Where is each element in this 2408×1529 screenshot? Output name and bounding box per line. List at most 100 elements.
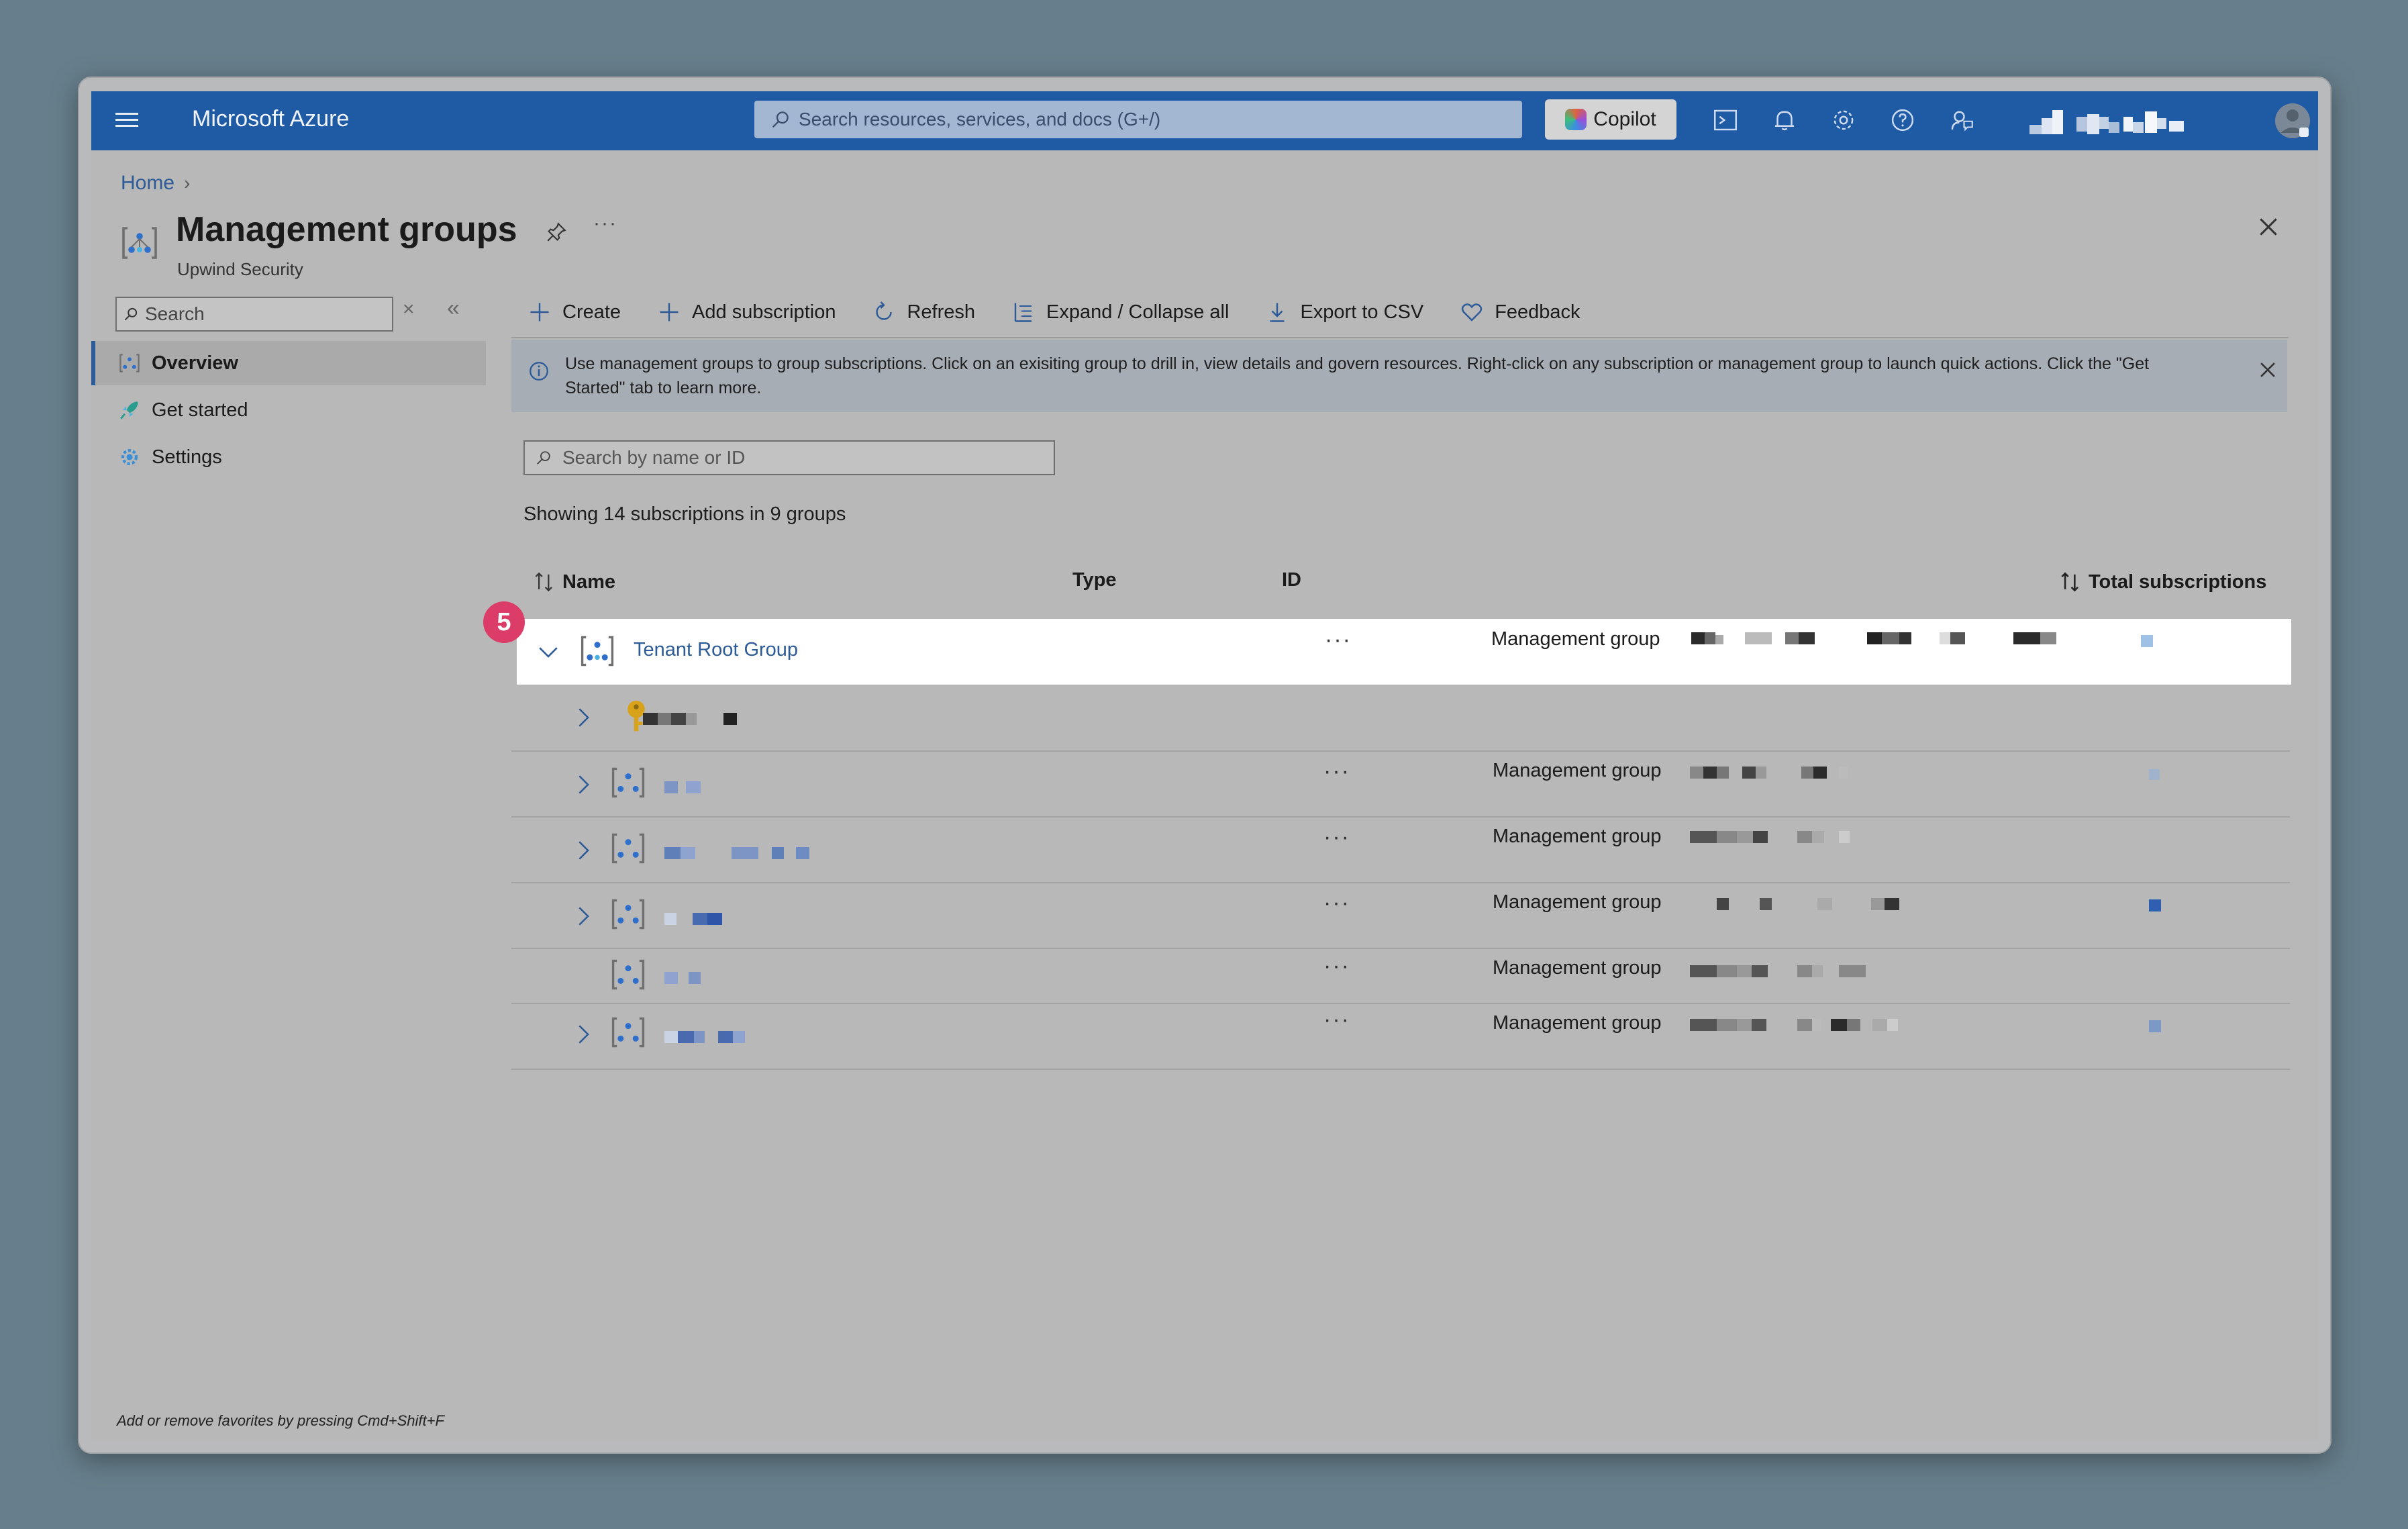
- chevron-down-icon[interactable]: [537, 640, 560, 663]
- chevron-right-icon[interactable]: [572, 1023, 595, 1046]
- row-name-link[interactable]: Tenant Root Group: [634, 639, 798, 661]
- redacted-name: [664, 913, 722, 925]
- row-more-button[interactable]: ···: [1323, 1007, 1350, 1033]
- management-group-icon: [611, 833, 645, 864]
- row-more-button[interactable]: ···: [1323, 953, 1350, 979]
- close-icon[interactable]: [2255, 213, 2282, 240]
- row-more-button[interactable]: ···: [1323, 758, 1350, 785]
- refresh-icon: [876, 301, 893, 320]
- plus-icon: [660, 303, 679, 322]
- column-label: Name: [562, 571, 615, 593]
- copilot-label: Copilot: [1593, 108, 1656, 130]
- copilot-button[interactable]: Copilot: [1545, 99, 1676, 140]
- global-search-input[interactable]: Search resources, services, and docs (G+…: [754, 101, 1522, 138]
- collapse-nav-button[interactable]: «: [447, 295, 460, 322]
- bell-icon[interactable]: [1770, 106, 1799, 134]
- column-header-id[interactable]: ID: [1282, 569, 1301, 591]
- sort-icon: [2061, 572, 2078, 592]
- chevron-right-icon: ›: [184, 172, 191, 193]
- management-group-icon: [611, 899, 645, 930]
- nav-search-placeholder: Search: [145, 303, 205, 324]
- create-button[interactable]: Create: [528, 300, 621, 324]
- row-more-button[interactable]: ···: [1323, 890, 1350, 916]
- column-header-type[interactable]: Type: [1072, 569, 1117, 591]
- export-csv-button[interactable]: Export to CSV: [1265, 300, 1423, 324]
- redacted-id: [1690, 767, 1848, 779]
- menu-icon[interactable]: [115, 109, 138, 133]
- row-type: Management group: [1493, 760, 1662, 781]
- redacted-count: [2149, 899, 2161, 911]
- management-group-icon: [581, 636, 614, 667]
- grid-search-input[interactable]: Search by name or ID: [523, 440, 1055, 475]
- brand-title[interactable]: Microsoft Azure: [192, 106, 349, 132]
- expand-collapse-label: Expand / Collapse all: [1046, 301, 1230, 323]
- chevron-right-icon[interactable]: [572, 773, 595, 796]
- refresh-button[interactable]: Refresh: [872, 300, 975, 324]
- browser-window: Microsoft Azure Search resources, servic…: [78, 77, 2331, 1454]
- sidebar-item-label: Overview: [152, 352, 238, 374]
- nav-search-input[interactable]: Search: [115, 297, 393, 332]
- chevron-right-icon[interactable]: [572, 905, 595, 928]
- management-group-icon: [611, 767, 645, 798]
- feedback-label: Feedback: [1495, 301, 1581, 323]
- column-label: Total subscriptions: [2089, 571, 2267, 593]
- table-row-tenant-root[interactable]: Tenant Root Group ··· Management group: [517, 619, 2291, 685]
- column-header-name[interactable]: Name: [532, 569, 615, 595]
- account-info[interactable]: [2029, 102, 2311, 140]
- global-search-placeholder: Search resources, services, and docs (G+…: [799, 109, 1161, 130]
- column-label: Type: [1072, 569, 1117, 591]
- feedback-button[interactable]: Feedback: [1460, 300, 1581, 324]
- row-type: Management group: [1493, 957, 1662, 979]
- plus-icon: [530, 303, 549, 322]
- results-summary: Showing 14 subscriptions in 9 groups: [523, 503, 846, 525]
- search-icon: [124, 307, 138, 321]
- chevron-right-icon[interactable]: [572, 706, 595, 729]
- redacted-name: [643, 713, 737, 725]
- redacted-name: [664, 847, 809, 859]
- table-row-group[interactable]: ··· Management group: [511, 948, 2290, 1004]
- table-row-group[interactable]: ··· Management group: [511, 882, 2290, 949]
- sidebar-item-label: Get started: [152, 399, 248, 421]
- add-subscription-button[interactable]: Add subscription: [657, 300, 836, 324]
- help-icon[interactable]: [1889, 106, 1917, 134]
- redacted-id: [1690, 831, 1850, 843]
- sidebar-item-overview[interactable]: Overview: [91, 341, 486, 385]
- management-group-icon: [122, 227, 157, 259]
- row-type: Management group: [1491, 628, 1660, 650]
- column-header-total-subscriptions[interactable]: Total subscriptions: [2058, 569, 2266, 595]
- row-more-button[interactable]: ···: [1323, 824, 1350, 850]
- table-row-group[interactable]: ··· Management group: [511, 750, 2290, 818]
- redacted-name: [664, 781, 701, 793]
- expand-collapse-button[interactable]: Expand / Collapse all: [1011, 300, 1229, 324]
- management-group-icon: [611, 1017, 645, 1048]
- redacted-count: [2149, 769, 2160, 780]
- favorites-hint: Add or remove favorites by pressing Cmd+…: [117, 1412, 444, 1429]
- sidebar-item-label: Settings: [152, 446, 222, 468]
- clear-search-button[interactable]: ×: [403, 298, 415, 321]
- more-options-button[interactable]: ···: [593, 212, 617, 235]
- sidebar-item-settings[interactable]: Settings: [91, 435, 482, 479]
- row-more-button[interactable]: ···: [1325, 627, 1352, 653]
- redacted-id: [1690, 1019, 1898, 1031]
- grid-search-placeholder: Search by name or ID: [562, 447, 746, 468]
- table-row-subscription[interactable]: [511, 685, 2290, 752]
- chevron-right-icon[interactable]: [572, 839, 595, 862]
- row-type: Management group: [1493, 891, 1662, 913]
- pin-icon[interactable]: [545, 220, 568, 244]
- account-name-redacted: [2029, 103, 2310, 138]
- toolbar-divider: [511, 337, 2289, 338]
- table-row-group[interactable]: ··· Management group: [511, 816, 2290, 883]
- table-row-group[interactable]: ··· Management group: [511, 1003, 2290, 1070]
- feedback-icon[interactable]: [1948, 106, 1976, 134]
- create-label: Create: [562, 301, 621, 323]
- gear-icon[interactable]: [1829, 106, 1858, 134]
- redacted-name: [664, 1031, 745, 1043]
- redacted-id: [1690, 965, 1866, 977]
- command-bar: Create Add subscription Refresh Expand /…: [528, 295, 1617, 329]
- redacted-id: [1691, 632, 2056, 644]
- cloud-shell-icon[interactable]: [1711, 106, 1740, 134]
- sidebar-item-get-started[interactable]: Get started: [91, 388, 482, 432]
- breadcrumb-home-link[interactable]: Home: [121, 172, 174, 194]
- top-bar: Microsoft Azure Search resources, servic…: [91, 91, 2318, 150]
- dismiss-icon[interactable]: [2256, 358, 2279, 381]
